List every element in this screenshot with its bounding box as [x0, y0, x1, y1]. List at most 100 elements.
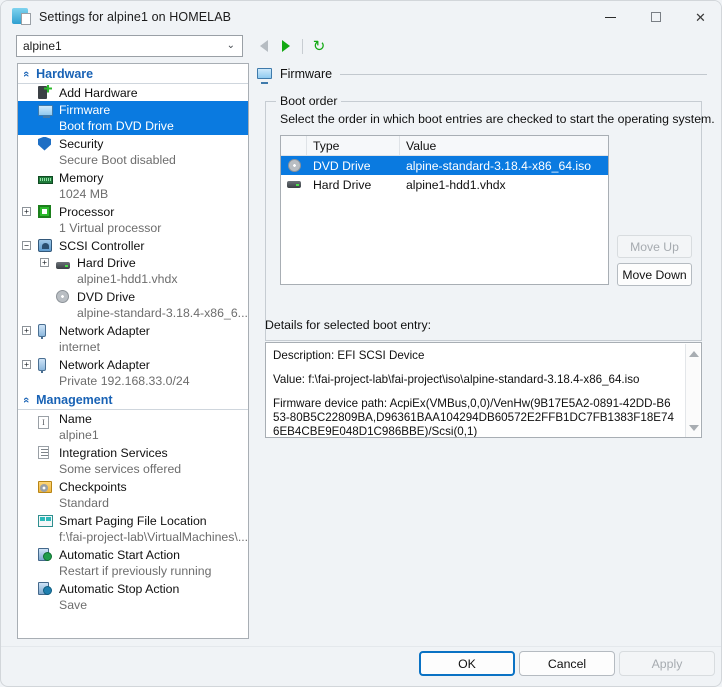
maximize-icon — [650, 12, 661, 22]
sidebar-item-processor[interactable]: + Processor 1 Virtual processor — [18, 203, 248, 237]
sidebar-item-label: Automatic Stop Action — [59, 581, 180, 596]
boot-table-header: Type Value — [281, 136, 608, 156]
ok-button[interactable]: OK — [419, 651, 515, 676]
hard-drive-icon — [281, 181, 307, 188]
settings-vm-icon — [12, 8, 31, 26]
automatic-start-icon — [38, 547, 54, 562]
sidebar-item-checkpoints[interactable]: Checkpoints Standard — [18, 478, 248, 512]
boot-row-value: alpine-standard-3.18.4-x86_64.iso — [406, 158, 591, 173]
sidebar-item-subtext: internet — [59, 340, 101, 354]
apply-button[interactable]: Apply — [619, 651, 715, 676]
sidebar-item-name[interactable]: I Name alpine1 — [18, 410, 248, 444]
boot-row-type: DVD Drive — [313, 158, 371, 173]
sidebar-item-firmware[interactable]: Firmware Boot from DVD Drive — [18, 101, 248, 135]
sidebar-item-automatic-start-action[interactable]: Automatic Start Action Restart if previou… — [18, 546, 248, 580]
sidebar-item-subtext: f:\fai-project-lab\VirtualMachines\... — [59, 530, 249, 544]
settings-tree[interactable]: «Hardware Add Hardware Firmware Boot from D… — [17, 63, 249, 639]
window-controls: ✕ — [588, 1, 721, 33]
sidebar-group-hardware[interactable]: «Hardware — [18, 64, 248, 84]
expand-icon[interactable]: + — [22, 360, 31, 369]
sidebar-item-add-hardware[interactable]: Add Hardware — [18, 84, 248, 101]
vm-selector-value: alpine1 — [23, 39, 62, 53]
boot-order-row[interactable]: Hard Drive alpine1-hdd1.vhdx — [281, 175, 608, 194]
chevron-down-icon: ⌄ — [226, 40, 235, 51]
sidebar-group-management[interactable]: «Management — [18, 390, 248, 410]
sidebar-item-automatic-stop-action[interactable]: Automatic Stop Action Save — [18, 580, 248, 614]
back-button[interactable] — [253, 35, 275, 57]
sidebar-item-subtext: Boot from DVD Drive — [18, 118, 248, 135]
content-header: Firmware — [257, 63, 707, 85]
refresh-button[interactable]: ↻ — [308, 35, 330, 57]
chevron-up-icon: « — [20, 70, 33, 77]
sidebar-item-subtext: Restart if previously running — [59, 564, 212, 578]
details-firmware-path-line: Firmware device path: AcpiEx(VMBus,0,0)/… — [273, 397, 674, 438]
sidebar-item-label: Checkpoints — [59, 479, 127, 494]
sidebar-item-security[interactable]: Security Secure Boot disabled — [18, 135, 248, 169]
boot-order-table[interactable]: Type Value DVD Drive alpine-standard-3.18… — [280, 135, 609, 285]
expand-icon[interactable]: + — [22, 207, 31, 216]
sidebar-item-label: Network Adapter — [59, 357, 150, 372]
boot-col-icon — [281, 136, 307, 155]
close-button[interactable]: ✕ — [678, 1, 721, 33]
footer-divider — [1, 646, 721, 647]
sidebar-group-label: Management — [36, 392, 113, 407]
hard-drive-icon — [56, 256, 72, 270]
sidebar-item-label: Smart Paging File Location — [59, 513, 207, 528]
details-box[interactable]: Description: EFI SCSI Device Value: f:\f… — [265, 342, 702, 438]
expand-icon[interactable]: + — [40, 258, 49, 267]
sidebar-item-label: Processor — [59, 204, 115, 219]
sidebar-item-label: Memory — [59, 170, 104, 185]
nav-buttons: ↻ — [253, 33, 330, 59]
sidebar-item-subtext: Secure Boot disabled — [59, 153, 176, 167]
details-scrollbar[interactable] — [685, 344, 700, 437]
network-adapter-icon — [38, 357, 54, 373]
content-panel: Firmware Boot order Select the order in … — [257, 63, 715, 639]
sidebar-item-integration-services[interactable]: Integration Services Some services offere… — [18, 444, 248, 478]
sidebar-item-hard-drive[interactable]: + Hard Drive alpine1-hdd1.vhdx — [18, 254, 248, 288]
sidebar-item-network-adapter[interactable]: + Network Adapter internet — [18, 322, 248, 356]
sidebar-item-smart-paging-file-location[interactable]: Smart Paging File Location f:\fai-project… — [18, 512, 248, 546]
boot-col-value[interactable]: Value — [400, 136, 608, 155]
sidebar-item-subtext: alpine-standard-3.18.4-x86_6... — [77, 306, 248, 320]
details-value-line: Value: f:\fai-project-lab\fai-project\is… — [273, 373, 640, 386]
details-label: Details for selected boot entry: — [265, 318, 432, 332]
sidebar-item-scsi-controller[interactable]: − SCSI Controller — [18, 237, 248, 254]
sidebar-group-label: Hardware — [36, 66, 94, 81]
vm-selector[interactable]: alpine1 ⌄ — [16, 35, 243, 57]
scroll-up-arrow-icon[interactable] — [689, 351, 699, 357]
move-down-button[interactable]: Move Down — [617, 263, 692, 286]
sidebar-item-subtext: Private 192.168.33.0/24 — [59, 374, 190, 388]
name-icon: I — [38, 412, 54, 429]
expand-icon[interactable]: + — [22, 326, 31, 335]
checkpoints-icon — [38, 480, 54, 494]
smart-paging-icon — [38, 514, 54, 528]
boot-order-row[interactable]: DVD Drive alpine-standard-3.18.4-x86_64.i… — [281, 156, 608, 175]
boot-col-type[interactable]: Type — [307, 136, 400, 155]
move-up-button[interactable]: Move Up — [617, 235, 692, 258]
sidebar-item-label: Name — [59, 411, 92, 426]
cancel-button[interactable]: Cancel — [519, 651, 615, 676]
sidebar-item-network-adapter[interactable]: + Network Adapter Private 192.168.33.0/24 — [18, 356, 248, 390]
sidebar-item-label: SCSI Controller — [59, 238, 145, 253]
memory-icon — [38, 171, 54, 185]
scsi-controller-icon — [38, 238, 54, 253]
dvd-drive-icon — [281, 159, 307, 172]
minimize-button[interactable] — [588, 1, 633, 33]
sidebar-item-label: Security — [59, 136, 104, 151]
firmware-icon — [38, 103, 54, 118]
close-icon: ✕ — [695, 9, 706, 25]
collapse-icon[interactable]: − — [22, 241, 31, 250]
sidebar-item-memory[interactable]: Memory 1024 MB — [18, 169, 248, 203]
maximize-button[interactable] — [633, 1, 678, 33]
chevron-up-icon: « — [20, 396, 33, 403]
boot-row-type: Hard Drive — [313, 177, 372, 192]
boot-order-group: Boot order Select the order in which boo… — [265, 94, 715, 341]
boot-row-value: alpine1-hdd1.vhdx — [406, 177, 506, 192]
sidebar-item-dvd-drive[interactable]: DVD Drive alpine-standard-3.18.4-x86_6... — [18, 288, 248, 322]
processor-icon — [38, 204, 54, 219]
forward-button[interactable] — [275, 35, 297, 57]
security-shield-icon — [38, 136, 54, 151]
scroll-down-arrow-icon[interactable] — [689, 425, 699, 431]
sidebar-item-subtext: Standard — [59, 496, 109, 510]
content-header-title: Firmware — [280, 67, 333, 81]
